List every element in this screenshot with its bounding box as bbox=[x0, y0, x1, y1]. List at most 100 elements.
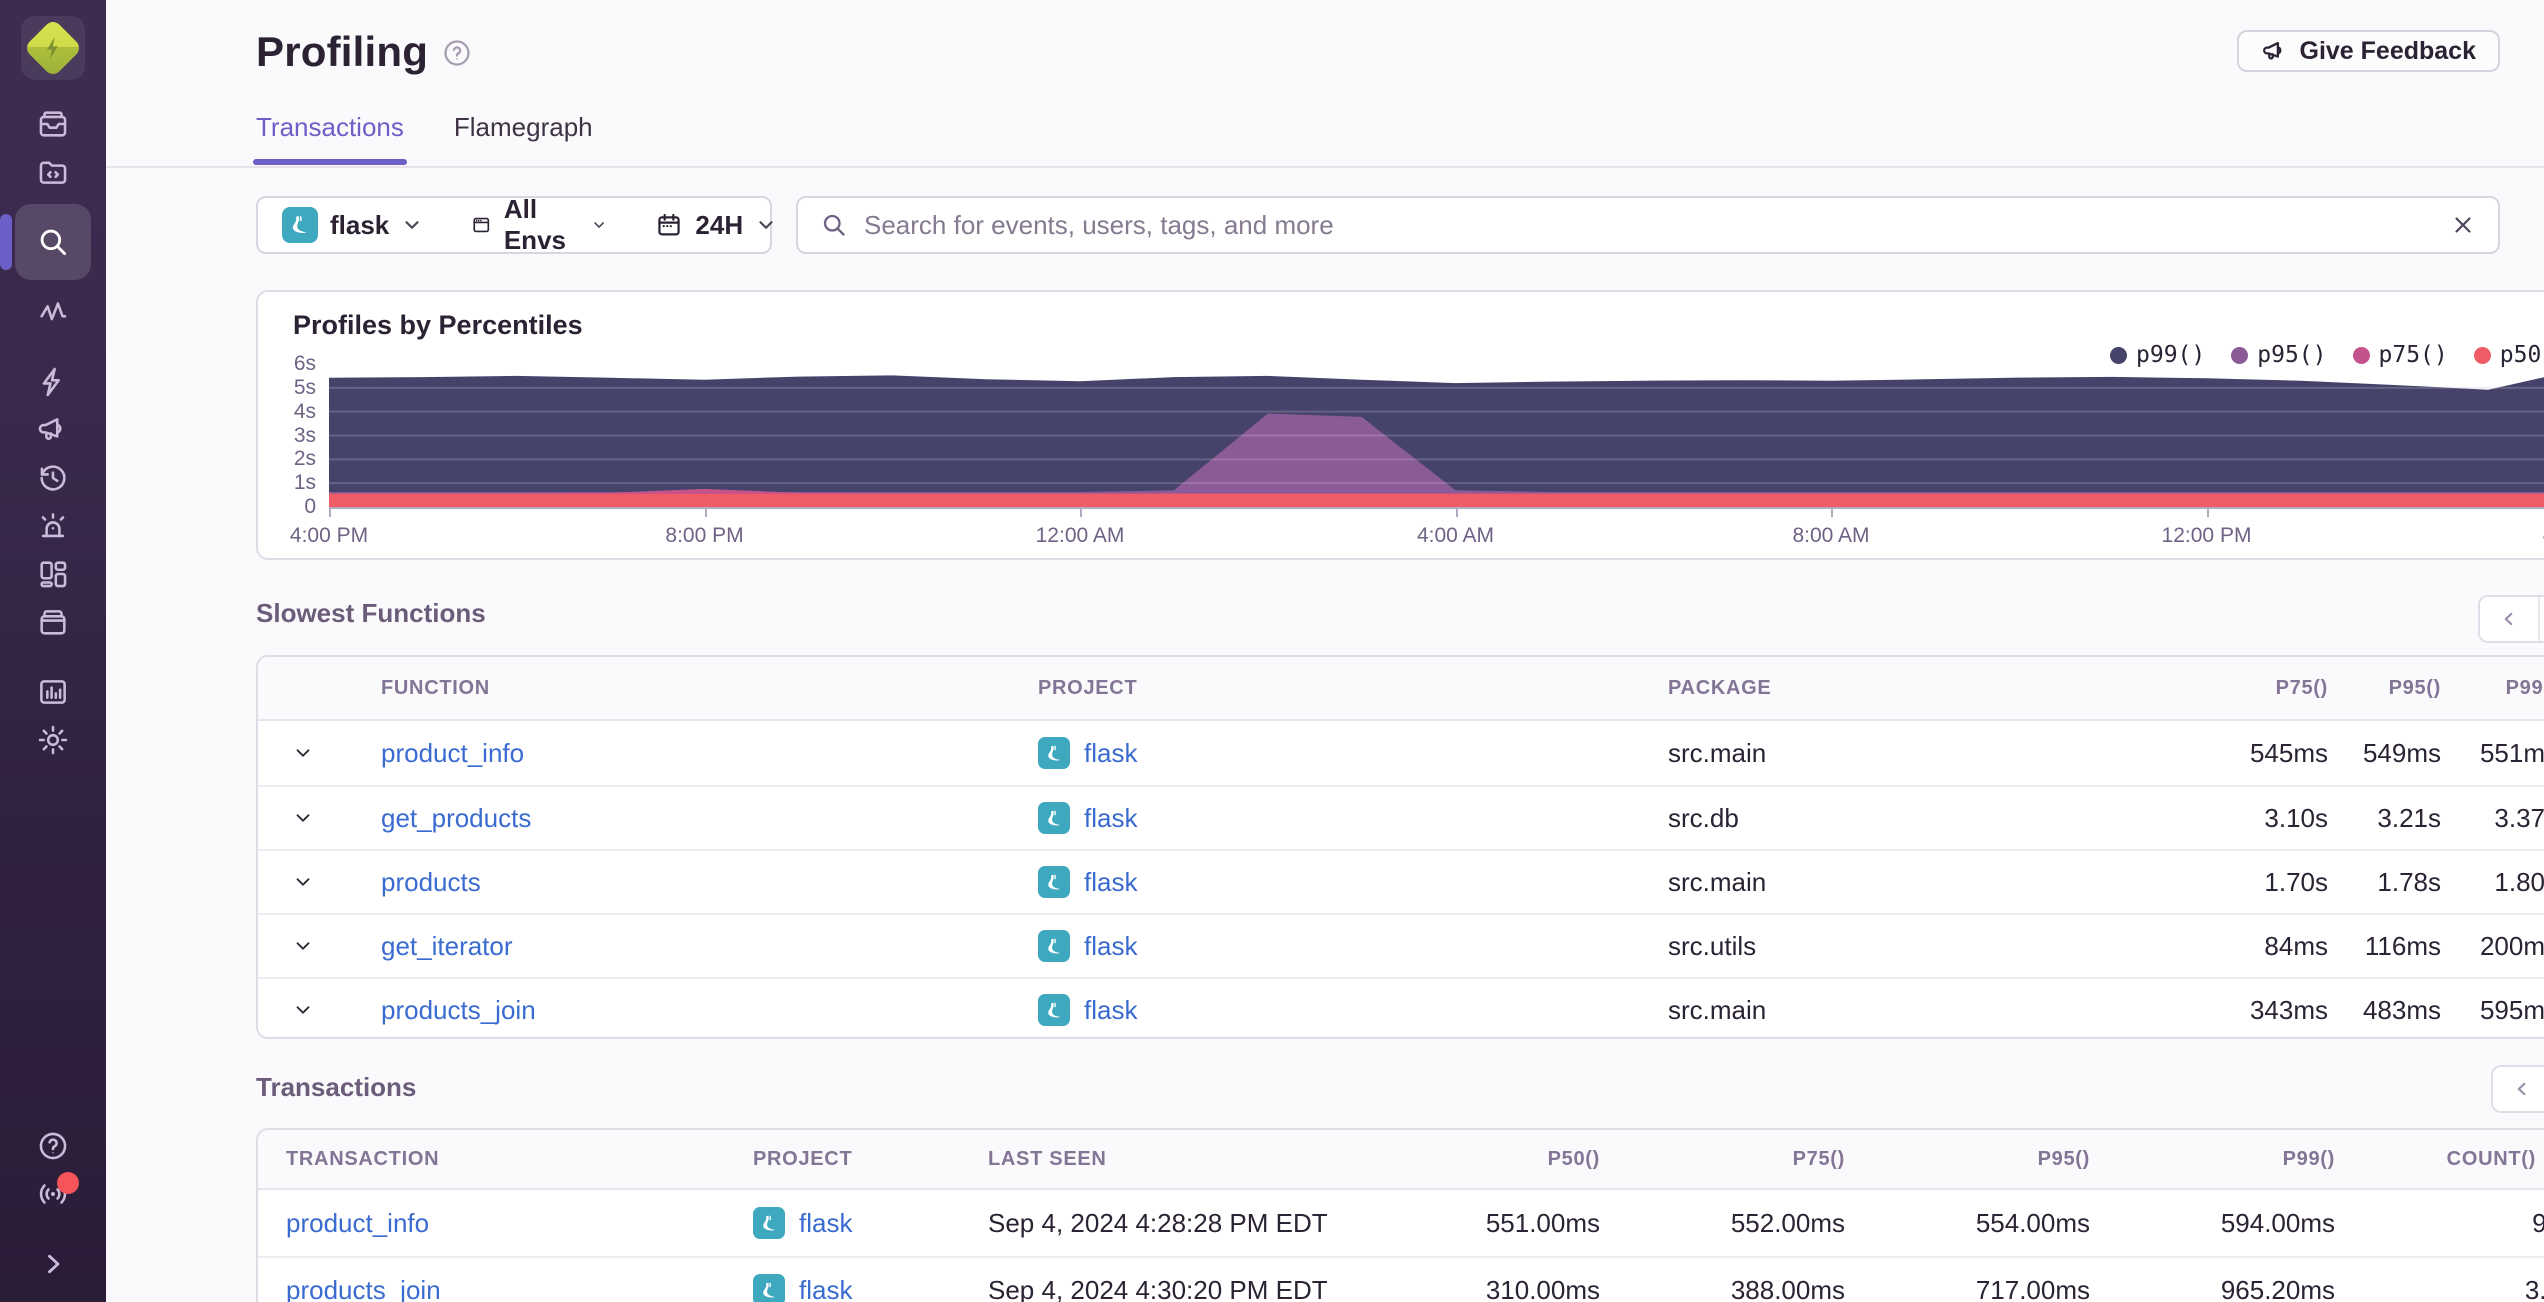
column-header-project[interactable]: PROJECT bbox=[753, 1148, 988, 1171]
p95-value: 116ms bbox=[2364, 930, 2441, 961]
date-range-dropdown[interactable]: 24H bbox=[631, 198, 801, 252]
expand-row-button[interactable] bbox=[258, 999, 348, 1021]
sidebar-item-traces[interactable] bbox=[15, 288, 91, 336]
sidebar-item-releases[interactable] bbox=[15, 598, 91, 646]
p99-value: 965.20ms bbox=[2220, 1274, 2335, 1302]
sidebar-item-quick-start[interactable] bbox=[15, 358, 91, 406]
column-header-function[interactable]: FUNCTION bbox=[348, 677, 1038, 700]
give-feedback-button[interactable]: Give Feedback bbox=[2236, 30, 2500, 72]
clear-search-icon[interactable] bbox=[2450, 212, 2476, 238]
tab-flamegraph[interactable]: Flamegraph bbox=[454, 112, 593, 165]
p99-value: 551ms bbox=[2479, 737, 2544, 768]
expand-row-button[interactable] bbox=[258, 742, 348, 764]
sidebar-item-dashboards[interactable] bbox=[15, 550, 91, 598]
sidebar-item-feedback[interactable] bbox=[15, 406, 91, 454]
help-icon bbox=[39, 1132, 67, 1160]
x-tick-mark bbox=[2206, 507, 2209, 517]
y-tick-label: 5s bbox=[293, 375, 316, 399]
column-header-p75[interactable]: P75() bbox=[2238, 677, 2348, 700]
megaphone-icon bbox=[2262, 41, 2281, 60]
function-link[interactable]: get_products bbox=[381, 803, 531, 834]
function-link[interactable]: products_join bbox=[381, 995, 536, 1026]
transactions-table: TRANSACTION PROJECT LAST SEEN P50() P75(… bbox=[256, 1128, 2544, 1302]
table-row: products_join flask Sep 4, 2024 4:30:20 PM… bbox=[258, 1256, 2544, 1302]
project-link[interactable]: flask bbox=[1084, 803, 1137, 834]
last-seen-value: Sep 4, 2024 4:28:28 PM EDT bbox=[988, 1207, 1328, 1238]
search-input[interactable] bbox=[864, 209, 2434, 241]
project-link[interactable]: flask bbox=[1084, 995, 1137, 1026]
project-link[interactable]: flask bbox=[1084, 867, 1137, 898]
x-tick-mark bbox=[704, 507, 707, 517]
series-p50 bbox=[329, 493, 2544, 507]
column-header-p95[interactable]: P95() bbox=[1853, 1148, 2098, 1171]
expand-row-button[interactable] bbox=[258, 871, 348, 893]
slowest-functions-header-row: FUNCTION PROJECT PACKAGE P75() P95() P99… bbox=[258, 657, 2544, 721]
prev-page-button[interactable] bbox=[2480, 597, 2538, 641]
chart-plot-area[interactable] bbox=[329, 364, 2544, 507]
lightning-icon bbox=[42, 367, 60, 397]
column-header-count[interactable]: COUNT() bbox=[2343, 1148, 2544, 1171]
environment-filter-dropdown[interactable]: All Envs bbox=[447, 194, 631, 255]
page-help-icon[interactable] bbox=[442, 38, 472, 68]
org-logo-icon bbox=[23, 18, 83, 78]
transactions-pagination bbox=[2491, 1065, 2544, 1113]
p95-value: 549ms bbox=[2362, 737, 2441, 768]
project-link[interactable]: flask bbox=[799, 1208, 852, 1239]
sidebar-item-explore[interactable] bbox=[0, 204, 91, 280]
sidebar bbox=[0, 0, 106, 1302]
dashboards-icon bbox=[40, 561, 67, 588]
column-header-transaction[interactable]: TRANSACTION bbox=[258, 1148, 753, 1171]
sidebar-item-issues[interactable] bbox=[15, 100, 91, 148]
project-filter-dropdown[interactable]: flask bbox=[258, 198, 447, 252]
chevron-down-icon bbox=[594, 222, 605, 228]
legend-dot bbox=[2352, 346, 2370, 364]
flask-platform-icon bbox=[1038, 737, 1070, 769]
column-header-p95[interactable]: P95() bbox=[2348, 677, 2463, 700]
percentiles-chart-svg bbox=[329, 375, 2544, 507]
prev-page-button[interactable] bbox=[2493, 1067, 2544, 1111]
count-value: 3.9k bbox=[2524, 1274, 2544, 1302]
org-switcher[interactable] bbox=[21, 16, 85, 80]
transaction-link[interactable]: products_join bbox=[286, 1275, 441, 1302]
sidebar-collapse-button[interactable] bbox=[15, 1240, 91, 1288]
slowest-functions-pagination bbox=[2478, 595, 2544, 643]
column-header-p50[interactable]: P50() bbox=[1363, 1148, 1608, 1171]
p95-value: 554.00ms bbox=[1975, 1207, 2090, 1238]
slowest-functions-heading: Slowest Functions bbox=[256, 598, 486, 628]
project-link[interactable]: flask bbox=[799, 1275, 852, 1302]
tab-transactions[interactable]: Transactions bbox=[253, 112, 407, 165]
project-link[interactable]: flask bbox=[1084, 931, 1137, 962]
page-filter-bar: flask All Envs 24H bbox=[256, 194, 773, 255]
flask-platform-icon bbox=[1038, 930, 1070, 962]
next-page-button[interactable] bbox=[2538, 597, 2544, 641]
sidebar-item-replays[interactable] bbox=[15, 454, 91, 502]
column-header-p99[interactable]: P99() bbox=[2098, 1148, 2343, 1171]
sidebar-item-settings[interactable] bbox=[15, 716, 91, 764]
transaction-link[interactable]: product_info bbox=[286, 1208, 429, 1239]
search-bar bbox=[796, 196, 2500, 254]
function-link[interactable]: products bbox=[381, 867, 481, 898]
chevron-down-icon bbox=[296, 878, 310, 886]
x-tick-label: 8:00 AM bbox=[1792, 524, 1870, 547]
environment-filter-value: All Envs bbox=[503, 194, 566, 255]
sidebar-item-stats[interactable] bbox=[15, 668, 91, 716]
project-link[interactable]: flask bbox=[1084, 738, 1137, 769]
p50-value: 551.00ms bbox=[1485, 1207, 1600, 1238]
column-header-project[interactable]: PROJECT bbox=[1038, 677, 1668, 700]
sidebar-item-projects[interactable] bbox=[15, 148, 91, 196]
column-header-package[interactable]: PACKAGE bbox=[1668, 677, 2238, 700]
function-link[interactable]: get_iterator bbox=[381, 931, 513, 962]
function-link[interactable]: product_info bbox=[381, 738, 524, 769]
sidebar-item-help[interactable] bbox=[15, 1122, 91, 1170]
expand-row-button[interactable] bbox=[258, 807, 348, 829]
expand-row-button[interactable] bbox=[258, 935, 348, 957]
p95-value: 1.78s bbox=[2377, 866, 2441, 897]
date-range-value: 24H bbox=[695, 209, 744, 240]
column-header-last-seen[interactable]: LAST SEEN bbox=[988, 1148, 1363, 1171]
column-header-p99[interactable]: P99() bbox=[2463, 677, 2544, 700]
sidebar-item-alerts[interactable] bbox=[15, 502, 91, 550]
table-row: get_iterator flask src.utils 84ms 116ms 200ms bbox=[258, 913, 2544, 977]
sidebar-item-service-updates[interactable] bbox=[15, 1170, 91, 1218]
column-header-p75[interactable]: P75() bbox=[1608, 1148, 1853, 1171]
archive-box-icon bbox=[40, 610, 66, 635]
